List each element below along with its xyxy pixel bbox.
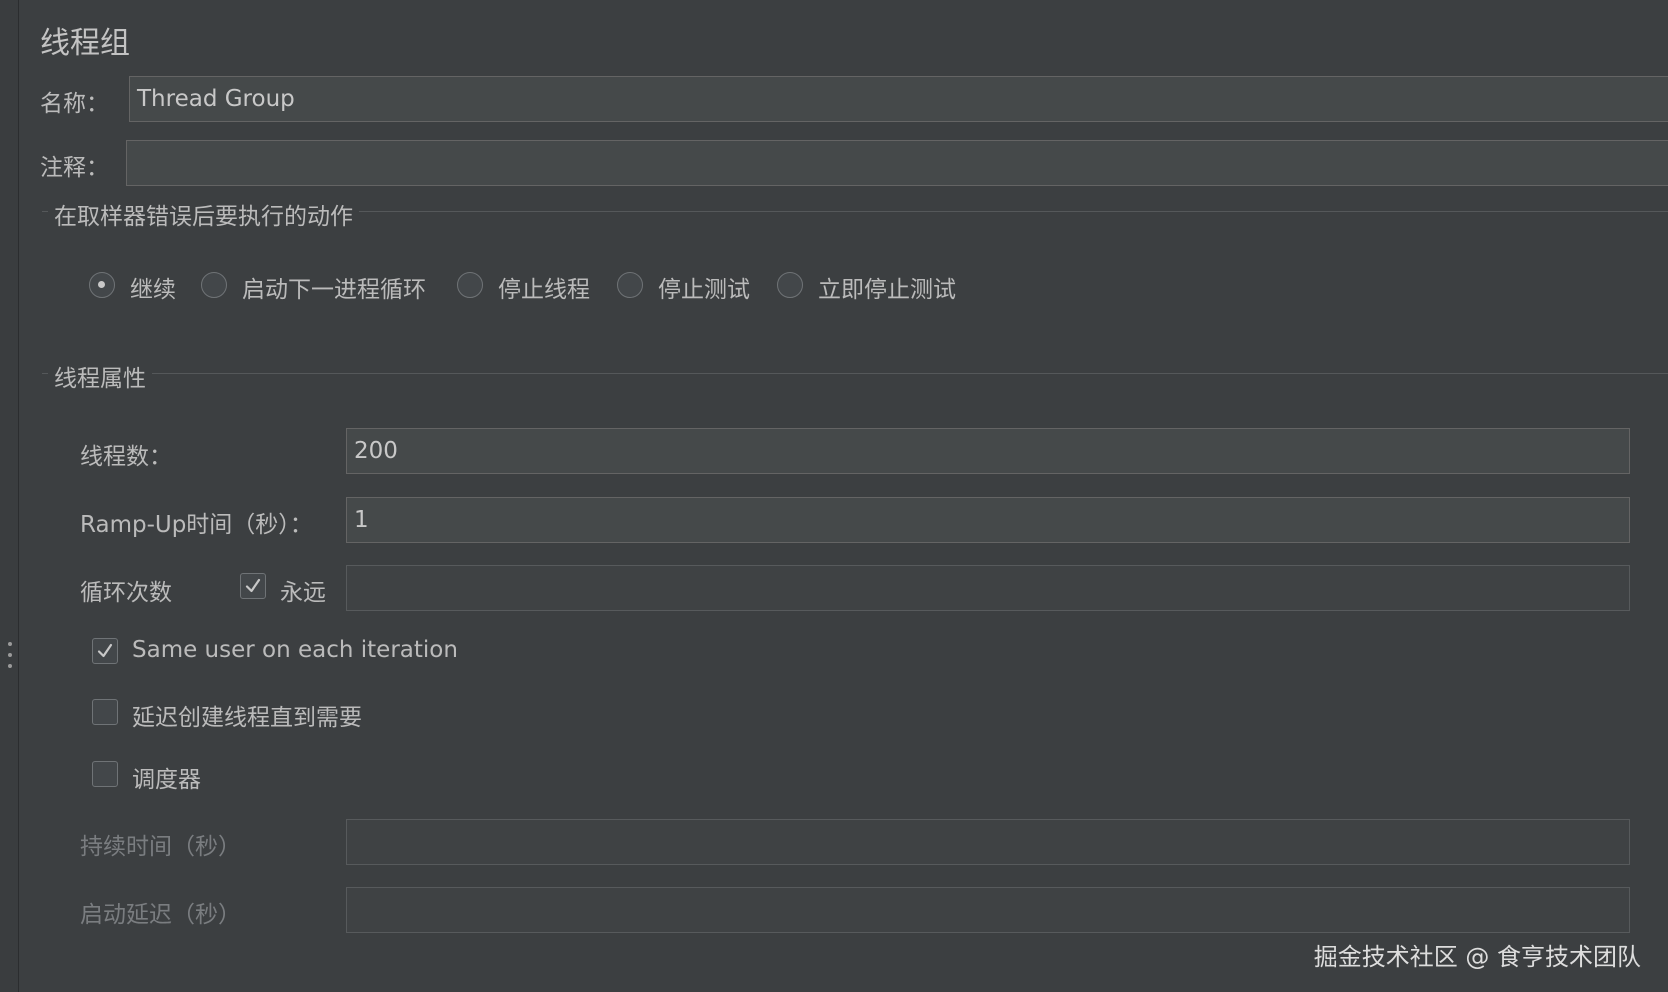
- radio-start-next-loop-label[interactable]: 启动下一进程循环: [242, 270, 426, 304]
- radio-stop-test-label[interactable]: 停止测试: [658, 270, 750, 304]
- thread-props-group-border: [42, 373, 1668, 374]
- left-splitter[interactable]: [0, 0, 19, 992]
- name-label: 名称：: [40, 91, 109, 117]
- watermark: 掘金技术社区 @ 食亨技术团队: [1313, 943, 1641, 971]
- loop-forever-checkbox[interactable]: [240, 573, 266, 599]
- ramp-up-input-value: 1: [354, 507, 369, 533]
- duration-label: 持续时间（秒）: [80, 834, 241, 860]
- checkmark-icon: [245, 578, 261, 593]
- name-input[interactable]: Thread Group: [129, 76, 1668, 122]
- threads-label: 线程数：: [80, 444, 172, 470]
- radio-stop-test[interactable]: [617, 272, 643, 298]
- same-user-label[interactable]: Same user on each iteration: [132, 637, 458, 663]
- radio-continue-label[interactable]: 继续: [130, 270, 176, 304]
- delay-create-checkbox[interactable]: [92, 699, 118, 725]
- thread-props-group-title: 线程属性: [48, 359, 152, 393]
- scheduler-label[interactable]: 调度器: [132, 760, 201, 794]
- radio-continue[interactable]: [89, 272, 115, 298]
- radio-stop-thread-label[interactable]: 停止线程: [498, 270, 590, 304]
- comment-label: 注释：: [40, 155, 109, 181]
- threads-input-value: 200: [354, 438, 398, 464]
- loop-count-input[interactable]: [346, 565, 1630, 611]
- splitter-grip-icon[interactable]: [7, 642, 12, 668]
- same-user-checkbox[interactable]: [92, 638, 118, 664]
- sampler-error-group-title: 在取样器错误后要执行的动作: [48, 197, 359, 231]
- startup-delay-label: 启动延迟（秒）: [80, 902, 241, 928]
- loop-forever-label[interactable]: 永远: [280, 573, 326, 607]
- delay-create-label[interactable]: 延迟创建线程直到需要: [132, 698, 362, 732]
- radio-stop-thread[interactable]: [457, 272, 483, 298]
- duration-input[interactable]: [346, 819, 1630, 865]
- name-input-value: Thread Group: [137, 86, 295, 112]
- scheduler-checkbox[interactable]: [92, 761, 118, 787]
- panel-title: 线程组: [40, 26, 130, 61]
- comment-input[interactable]: [126, 140, 1668, 186]
- ramp-up-input[interactable]: 1: [346, 497, 1630, 543]
- radio-start-next-loop[interactable]: [201, 272, 227, 298]
- radio-stop-test-now-label[interactable]: 立即停止测试: [818, 270, 956, 304]
- radio-stop-test-now[interactable]: [777, 272, 803, 298]
- startup-delay-input[interactable]: [346, 887, 1630, 933]
- ramp-up-label: Ramp-Up时间（秒）：: [80, 512, 313, 538]
- loop-count-label: 循环次数: [80, 580, 172, 606]
- threads-input[interactable]: 200: [346, 428, 1630, 474]
- checkmark-icon: [97, 643, 113, 658]
